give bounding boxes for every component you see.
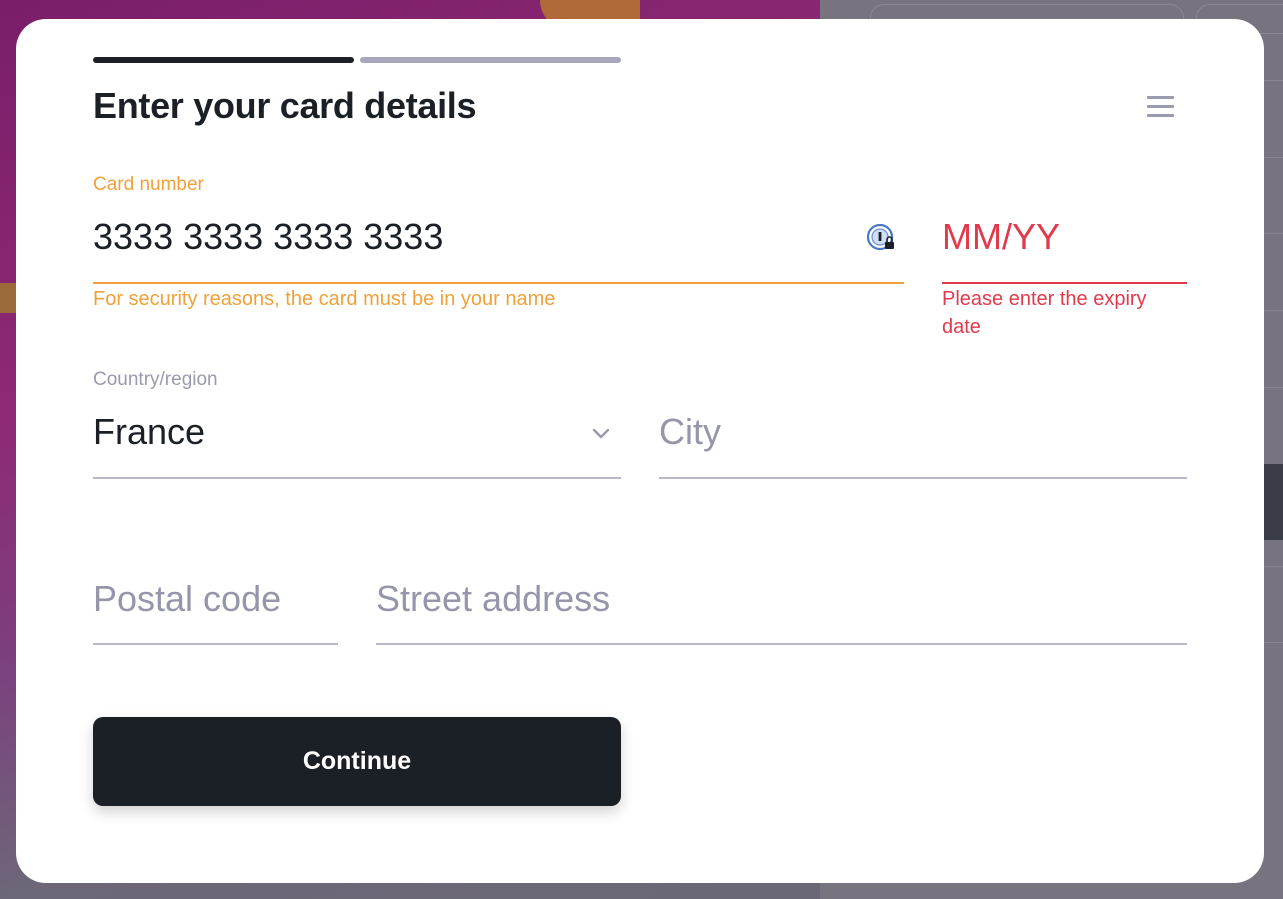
background-divider (1264, 310, 1283, 311)
background-divider (1264, 566, 1283, 567)
chevron-down-icon[interactable] (591, 426, 611, 440)
city-input[interactable]: City (659, 411, 721, 453)
postal-code-input[interactable]: Postal code (93, 578, 281, 620)
background-divider (1264, 642, 1283, 643)
card-number-input[interactable]: 3333 3333 3333 3333 (93, 216, 443, 258)
background-accent (0, 283, 16, 313)
background-panel (1264, 464, 1283, 540)
background-divider (1264, 233, 1283, 234)
expiry-date-error: Please enter the expiry date (942, 288, 1147, 338)
modal-title: Enter your card details (93, 85, 477, 126)
street-address-underline (376, 643, 1187, 645)
background-divider (1264, 387, 1283, 388)
continue-button[interactable]: Continue (93, 717, 621, 806)
card-number-warning: For security reasons, the card must be i… (93, 288, 556, 310)
background-divider (1264, 157, 1283, 158)
card-number-label: Card number (93, 174, 204, 195)
country-region-select[interactable]: France (93, 411, 205, 453)
card-number-underline (93, 282, 904, 284)
card-details-modal: Enter your card details Card number 3333… (16, 19, 1264, 883)
background-divider (1264, 80, 1283, 81)
progress-step-1 (93, 57, 354, 63)
hamburger-menu-icon[interactable] (1147, 96, 1175, 118)
expiry-date-underline (942, 282, 1187, 284)
postal-code-underline (93, 643, 338, 645)
country-region-label: Country/region (93, 369, 218, 390)
password-manager-icon[interactable] (866, 223, 896, 253)
progress-step-2 (360, 57, 621, 63)
country-region-underline (93, 477, 621, 479)
expiry-date-input[interactable]: MM/YY (942, 216, 1060, 258)
city-underline (659, 477, 1187, 479)
street-address-input[interactable]: Street address (376, 578, 610, 620)
